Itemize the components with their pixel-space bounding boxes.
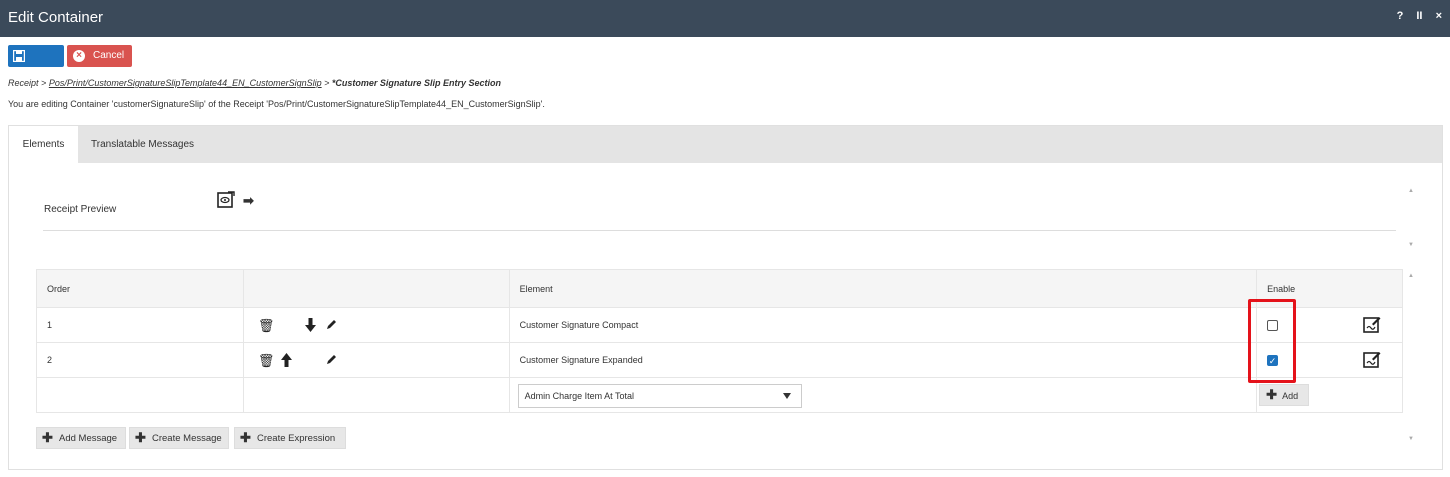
caret-down-icon xyxy=(782,393,791,399)
create-expression-label: Create Expression xyxy=(257,433,336,444)
breadcrumb-separator: > xyxy=(41,78,47,88)
pencil-icon[interactable] xyxy=(326,319,337,330)
plus-icon: ✚ xyxy=(42,430,53,445)
row-actions: 🗑 xyxy=(242,342,510,378)
cancel-button[interactable]: × Cancel xyxy=(67,45,132,67)
add-message-label: Add Message xyxy=(59,433,118,444)
trash-icon[interactable]: 🗑 xyxy=(258,353,275,369)
divider xyxy=(43,230,1396,231)
tab-translatable-messages[interactable]: Translatable Messages xyxy=(91,126,194,163)
x-circle-icon: × xyxy=(73,50,85,62)
add-label: Add xyxy=(1282,391,1299,401)
column-header-element[interactable]: Element xyxy=(508,269,1258,308)
create-expression-button[interactable]: ✚ Create Expression xyxy=(234,427,346,449)
breadcrumb-root: Receipt xyxy=(8,78,39,88)
close-icon[interactable]: × xyxy=(1436,10,1442,22)
breadcrumb-current: *Customer Signature Slip Entry Section xyxy=(331,78,501,88)
cancel-label: Cancel xyxy=(93,50,125,61)
column-header-order[interactable]: Order xyxy=(36,269,244,308)
row-order: 2 xyxy=(36,342,244,378)
row-order: 1 xyxy=(36,307,244,343)
row-element-select-cell: Admin Charge Item At Total xyxy=(508,377,1258,413)
row-enable xyxy=(1256,307,1403,343)
help-icon[interactable]: ? xyxy=(1397,10,1404,22)
window-title: Edit Container xyxy=(8,9,104,26)
arrow-down-icon[interactable] xyxy=(304,318,316,332)
table-scrollbar[interactable]: ▲ ▼ xyxy=(1405,271,1417,446)
scroll-up-icon[interactable]: ▲ xyxy=(1408,273,1414,279)
floppy-disk-icon xyxy=(13,50,25,62)
table-header-row: Order Element Enable xyxy=(36,269,1403,308)
breadcrumb: Receipt > Pos/Print/CustomerSignatureSli… xyxy=(8,78,501,88)
elements-table: Order Element Enable 1 🗑 Customer Signat… xyxy=(36,269,1403,413)
pause-icon[interactable]: II xyxy=(1416,10,1422,22)
scroll-down-icon[interactable]: ▼ xyxy=(1408,436,1414,442)
row-element: Customer Signature Expanded xyxy=(508,342,1258,378)
add-element-button[interactable]: ✚ Add xyxy=(1259,384,1310,406)
row-element: Customer Signature Compact xyxy=(508,307,1258,343)
breadcrumb-separator: > xyxy=(324,78,330,88)
tab-bar: Elements Translatable Messages xyxy=(9,126,1442,163)
content-panel: Elements Translatable Messages Receipt P… xyxy=(8,125,1443,470)
table-row: 1 🗑 Customer Signature Compact xyxy=(36,307,1403,343)
element-select-value: Admin Charge Item At Total xyxy=(524,391,635,401)
create-message-button[interactable]: ✚ Create Message xyxy=(129,427,229,449)
arrow-right-icon[interactable]: ➡ xyxy=(243,193,254,209)
editing-info-text: You are editing Container 'customerSigna… xyxy=(8,99,545,109)
scroll-up-icon[interactable]: ▲ xyxy=(1408,188,1414,194)
trash-icon[interactable]: 🗑 xyxy=(258,318,275,334)
row-actions-empty xyxy=(242,377,510,413)
plus-icon: ✚ xyxy=(1266,387,1277,402)
tab-elements[interactable]: Elements xyxy=(9,126,78,163)
window-controls: ? II × xyxy=(1387,10,1442,22)
enable-checkbox[interactable]: ✓ xyxy=(1267,355,1279,366)
window-titlebar: Edit Container ? II × xyxy=(0,0,1450,37)
save-button[interactable] xyxy=(8,45,64,67)
edit-signature-icon[interactable] xyxy=(1363,316,1381,333)
preview-scrollbar[interactable]: ▲ ▼ xyxy=(1405,186,1417,252)
element-select[interactable]: Admin Charge Item At Total xyxy=(517,384,802,408)
breadcrumb-receipt-link[interactable]: Pos/Print/CustomerSignatureSlipTemplate4… xyxy=(49,78,322,88)
row-order-empty xyxy=(36,377,244,413)
enable-checkbox[interactable] xyxy=(1267,320,1279,331)
create-message-label: Create Message xyxy=(152,433,222,444)
row-enable: ✓ xyxy=(1256,342,1403,378)
column-header-actions xyxy=(242,269,510,308)
plus-icon: ✚ xyxy=(240,430,251,445)
table-row: 2 🗑 Customer Signature Expanded ✓ xyxy=(36,342,1403,378)
edit-signature-icon[interactable] xyxy=(1363,351,1381,368)
plus-icon: ✚ xyxy=(135,430,146,445)
row-add-cell: ✚ Add xyxy=(1256,377,1403,413)
column-header-enable[interactable]: Enable xyxy=(1256,269,1403,308)
scroll-down-icon[interactable]: ▼ xyxy=(1408,242,1414,248)
table-row-new: Admin Charge Item At Total ✚ Add xyxy=(36,377,1403,413)
arrow-up-icon[interactable] xyxy=(280,353,292,367)
preview-eye-icon[interactable] xyxy=(217,191,235,208)
pencil-icon[interactable] xyxy=(326,354,337,365)
receipt-preview-label: Receipt Preview xyxy=(44,204,117,215)
row-actions: 🗑 xyxy=(242,307,510,343)
add-message-button[interactable]: ✚ Add Message xyxy=(36,427,126,449)
